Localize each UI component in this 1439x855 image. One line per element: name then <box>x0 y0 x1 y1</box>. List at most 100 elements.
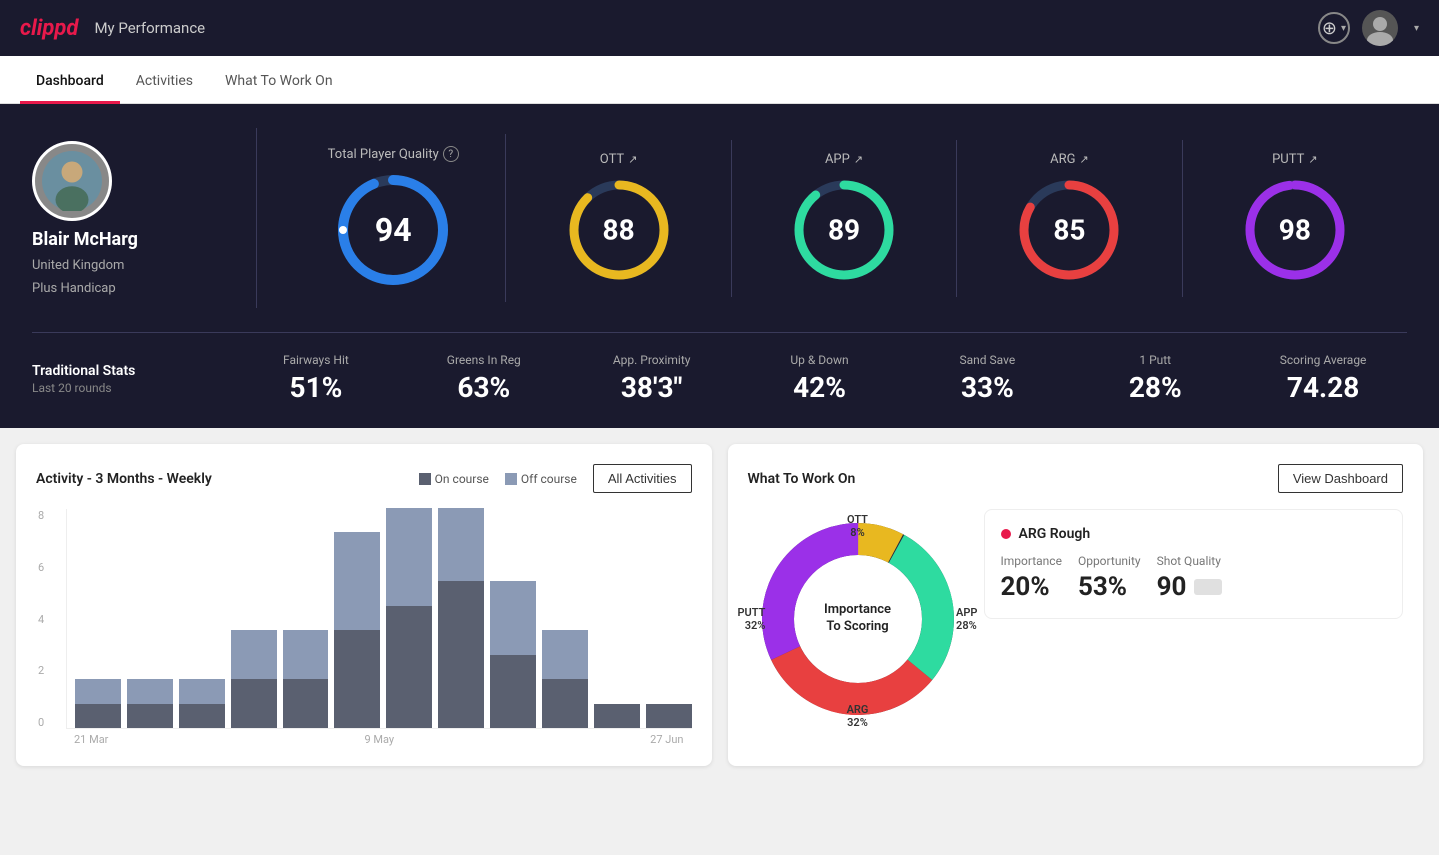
player-avatar <box>32 141 112 221</box>
stat-greens-value: 63% <box>457 371 510 404</box>
chart-title: Activity - 3 Months - Weekly <box>36 471 212 487</box>
info-card-name: ARG Rough <box>1019 526 1091 542</box>
arg-card: ARG↗ 85 <box>957 140 1182 297</box>
total-quality-card: Total Player Quality ? 94 <box>281 134 506 302</box>
bar-off-8 <box>490 581 536 654</box>
bar-group-7 <box>438 508 484 728</box>
y-label-2: 2 <box>38 664 44 677</box>
legend-on-course-dot <box>419 473 431 485</box>
player-name: Blair McHarg <box>32 229 138 250</box>
hero-section: Blair McHarg United Kingdom Plus Handica… <box>0 104 1439 428</box>
putt-ring: 98 <box>1240 175 1350 285</box>
info-importance-label: Importance <box>1001 554 1062 568</box>
bar-on-10 <box>594 704 640 728</box>
stat-fairways-label: Fairways Hit <box>283 353 349 367</box>
legend-off-course: Off course <box>505 472 577 486</box>
bar-on-7 <box>438 581 484 728</box>
bar-group-4 <box>283 630 329 728</box>
view-dashboard-button[interactable]: View Dashboard <box>1278 464 1403 493</box>
info-shotquality-row: 90 <box>1157 572 1223 602</box>
ott-card: OTT↗ 88 <box>506 140 731 297</box>
tab-dashboard[interactable]: Dashboard <box>20 61 120 104</box>
putt-value: 98 <box>1279 213 1311 246</box>
arg-value: 85 <box>1053 213 1085 246</box>
stats-row: Traditional Stats Last 20 rounds Fairway… <box>32 332 1407 404</box>
stat-greens-label: Greens In Reg <box>447 353 521 367</box>
user-avatar-button[interactable] <box>1362 10 1398 46</box>
player-country: United Kingdom <box>32 258 124 273</box>
add-button[interactable]: ⊕ ▾ <box>1318 12 1350 44</box>
total-quality-ring: 94 <box>333 170 453 290</box>
bar-on-2 <box>179 704 225 728</box>
help-icon[interactable]: ? <box>443 146 459 162</box>
seg-label-putt: PUTT 32% <box>738 606 766 632</box>
bar-on-4 <box>283 679 329 728</box>
bar-group-8 <box>490 581 536 728</box>
chart-wrapper: 0 2 4 6 8 21 Mar 9 May 27 Jun <box>36 509 692 746</box>
chart-area: 0 2 4 6 8 21 Mar 9 May 27 Jun <box>66 509 692 746</box>
stats-cards: Fairways Hit 51% Greens In Reg 63% App. … <box>232 353 1407 404</box>
stat-proximity: App. Proximity 38'3" <box>568 353 736 404</box>
bar-group-11 <box>646 704 692 728</box>
stat-1putt: 1 Putt 28% <box>1071 353 1239 404</box>
bar-group-6 <box>386 508 432 728</box>
all-activities-button[interactable]: All Activities <box>593 464 692 493</box>
add-dropdown-arrow: ▾ <box>1341 23 1346 34</box>
bar-group-9 <box>542 630 588 728</box>
bar-on-0 <box>75 704 121 728</box>
seg-label-arg: ARG 32% <box>847 703 869 729</box>
stat-proximity-value: 38'3" <box>621 371 683 404</box>
traditional-stats-title: Traditional Stats <box>32 363 232 379</box>
avatar-dropdown-arrow: ▾ <box>1414 23 1419 34</box>
nav-tabs: Dashboard Activities What To Work On <box>0 56 1439 104</box>
donut-label-line1: Importance <box>824 602 891 619</box>
bar-off-0 <box>75 679 121 703</box>
y-label-0: 0 <box>38 716 44 729</box>
ott-ring: 88 <box>564 175 674 285</box>
seg-label-app: APP 28% <box>956 606 977 632</box>
header-title: My Performance <box>94 19 205 37</box>
bar-off-3 <box>231 630 277 679</box>
logo: clippd <box>20 16 78 41</box>
bar-on-3 <box>231 679 277 728</box>
traditional-stats-subtitle: Last 20 rounds <box>32 381 232 395</box>
app-ring: 89 <box>789 175 899 285</box>
bar-off-6 <box>386 508 432 606</box>
stat-sandsave-value: 33% <box>961 371 1014 404</box>
stat-sandsave: Sand Save 33% <box>903 353 1071 404</box>
bar-group-1 <box>127 679 173 728</box>
stat-updown-value: 42% <box>793 371 846 404</box>
info-dot <box>1001 529 1011 539</box>
bar-group-0 <box>75 679 121 728</box>
putt-card: PUTT↗ 98 <box>1183 140 1407 297</box>
avatar-image <box>42 151 102 211</box>
info-opportunity-label: Opportunity <box>1078 554 1141 568</box>
x-label-jun: 27 Jun <box>650 733 683 746</box>
info-shotquality-value: 90 <box>1157 572 1187 602</box>
stat-scoring: Scoring Average 74.28 <box>1239 353 1407 404</box>
donut-label-line2: To Scoring <box>824 619 891 636</box>
info-card: ARG Rough Importance 20% Opportunity 53%… <box>984 509 1404 619</box>
bar-off-7 <box>438 508 484 581</box>
y-label-8: 8 <box>38 509 44 522</box>
vertical-divider <box>256 128 257 308</box>
bar-off-4 <box>283 630 329 679</box>
stat-fairways-value: 51% <box>290 371 343 404</box>
bar-group-2 <box>179 679 225 728</box>
bar-on-6 <box>386 606 432 728</box>
x-label-may: 9 May <box>364 733 394 746</box>
stat-scoring-value: 74.28 <box>1287 371 1359 404</box>
info-card-header: ARG Rough <box>1001 526 1387 542</box>
bar-on-5 <box>334 630 380 728</box>
stat-proximity-label: App. Proximity <box>613 353 691 367</box>
info-importance-value: 20% <box>1001 572 1062 602</box>
work-header: What To Work On View Dashboard <box>748 464 1404 493</box>
tab-what-to-work-on[interactable]: What To Work On <box>209 61 349 104</box>
tab-activities[interactable]: Activities <box>120 61 209 104</box>
bar-off-9 <box>542 630 588 679</box>
ott-value: 88 <box>603 213 635 246</box>
legend-on-course-label: On course <box>435 472 489 486</box>
chart-controls: On course Off course All Activities <box>419 464 692 493</box>
stat-sandsave-label: Sand Save <box>960 353 1016 367</box>
stat-updown: Up & Down 42% <box>736 353 904 404</box>
